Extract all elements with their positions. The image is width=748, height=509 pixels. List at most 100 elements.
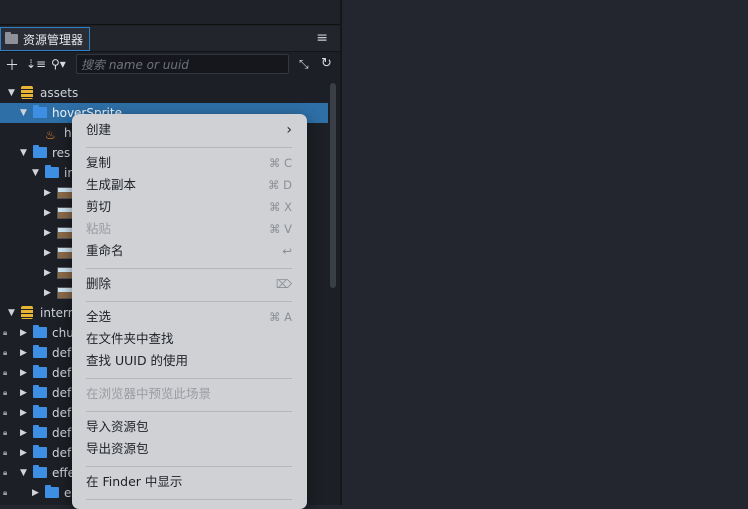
menu-item-label: 重命名 bbox=[86, 243, 124, 258]
folder-icon bbox=[33, 105, 47, 118]
tree-row-label: intern bbox=[40, 306, 76, 320]
tree-scrollbar[interactable] bbox=[330, 83, 336, 288]
refresh-icon[interactable]: ↻ bbox=[321, 56, 332, 71]
menu-item[interactable]: 剪切 ⌘ X bbox=[86, 197, 292, 217]
database-icon bbox=[21, 306, 33, 319]
menu-item[interactable]: 导出资源包 bbox=[86, 439, 292, 459]
menu-item-shortcut: ↩ bbox=[282, 244, 292, 258]
lock-icon: 🔒︎ bbox=[3, 328, 8, 337]
collapse-arrow-icon[interactable]: ▶ bbox=[20, 383, 27, 403]
folder-icon bbox=[33, 365, 47, 378]
menu-item-shortcut: ⌘ D bbox=[267, 178, 292, 192]
panel-header: 资源管理器 ≡ bbox=[0, 26, 340, 52]
menu-item-shortcut: ⌘ A bbox=[268, 310, 292, 324]
collapse-arrow-icon[interactable]: ▶ bbox=[20, 403, 27, 423]
menu-item[interactable]: 删除 ⌦ bbox=[86, 274, 292, 294]
sort-icon[interactable]: ⇣≡ bbox=[26, 57, 46, 71]
menu-item: 在浏览器中预览此场景 bbox=[86, 384, 292, 404]
lock-icon: 🔒︎ bbox=[3, 388, 8, 397]
menu-item-label: 在浏览器中预览此场景 bbox=[86, 386, 212, 401]
menu-item-shortcut: ⌦ bbox=[275, 277, 292, 291]
menu-item[interactable]: 生成副本 ⌘ D bbox=[86, 175, 292, 195]
menu-item-shortcut: ⌘ V bbox=[268, 222, 292, 236]
collapse-arrow-icon[interactable]: ▶ bbox=[44, 223, 51, 243]
image-thumb-icon bbox=[57, 267, 73, 279]
folder-icon bbox=[33, 385, 47, 398]
scene-view[interactable] bbox=[342, 0, 748, 505]
collapse-arrow-icon[interactable]: ▶ bbox=[20, 343, 27, 363]
folder-icon bbox=[5, 32, 18, 44]
expand-arrow-icon[interactable]: ▼ bbox=[20, 103, 27, 123]
menu-item-label: 在 Finder 中显示 bbox=[86, 474, 183, 489]
folder-icon bbox=[33, 145, 47, 158]
folder-icon bbox=[33, 405, 47, 418]
expand-arrow-icon[interactable]: ▼ bbox=[8, 303, 15, 323]
collapse-arrow-icon[interactable]: ▶ bbox=[44, 203, 51, 223]
menu-item-label: 剪切 bbox=[86, 199, 112, 214]
lock-icon: 🔒︎ bbox=[3, 428, 8, 437]
menu-item-label: 粘贴 bbox=[86, 221, 112, 236]
menu-separator bbox=[86, 147, 292, 148]
tree-row[interactable]: ▼ assets bbox=[0, 83, 328, 103]
hamburger-icon[interactable]: ≡ bbox=[316, 30, 328, 46]
menu-item[interactable]: 导入资源包 bbox=[86, 417, 292, 437]
menu-separator bbox=[86, 411, 292, 412]
expand-arrow-icon[interactable]: ▼ bbox=[32, 163, 39, 183]
image-thumb-icon bbox=[57, 227, 73, 239]
folder-icon bbox=[45, 165, 59, 178]
tree-row-label: assets bbox=[40, 86, 79, 100]
folder-icon bbox=[33, 345, 47, 358]
lock-icon: 🔒︎ bbox=[3, 468, 8, 477]
menu-item-label: 查找 UUID 的使用 bbox=[86, 353, 189, 368]
expand-arrow-icon[interactable]: ▼ bbox=[20, 463, 27, 483]
menu-item[interactable]: 全选 ⌘ A bbox=[86, 307, 292, 327]
collapse-arrow-icon[interactable]: ▶ bbox=[20, 323, 27, 343]
context-menu: 创建 › 复制 ⌘ C 生成副本 ⌘ D 剪切 ⌘ X 粘贴 ⌘ V 重命名 ↩ 删除 ⌦ 全选 ⌘ A 在文件… bbox=[72, 114, 307, 509]
expand-arrow-icon[interactable]: ▼ bbox=[20, 143, 27, 163]
menu-separator bbox=[86, 268, 292, 269]
menu-separator bbox=[86, 301, 292, 302]
folder-icon bbox=[33, 425, 47, 438]
collapse-arrow-icon[interactable]: ▶ bbox=[44, 263, 51, 283]
tab-assets[interactable]: 资源管理器 bbox=[0, 27, 91, 51]
collapse-arrow-icon[interactable]: ▶ bbox=[20, 423, 27, 443]
menu-item[interactable]: 在文件夹中查找 bbox=[86, 329, 292, 349]
fire-icon: ♨ bbox=[45, 128, 56, 142]
image-thumb-icon bbox=[57, 247, 73, 259]
menu-separator bbox=[86, 378, 292, 379]
menu-item-label: 全选 bbox=[86, 309, 112, 324]
menu-item-shortcut: ⌘ C bbox=[268, 156, 292, 170]
add-icon[interactable]: ＋ bbox=[5, 55, 19, 75]
image-thumb-icon bbox=[57, 287, 73, 299]
lock-icon: 🔒︎ bbox=[3, 408, 8, 417]
menu-item[interactable]: 创建 › bbox=[86, 120, 292, 140]
collapse-arrow-icon[interactable]: ▶ bbox=[44, 283, 51, 303]
expand-arrow-icon[interactable]: ▼ bbox=[8, 83, 15, 103]
folder-icon bbox=[33, 325, 47, 338]
top-strip bbox=[0, 0, 340, 25]
menu-item-label: 导出资源包 bbox=[86, 441, 149, 456]
menu-item[interactable]: 在 Finder 中显示 bbox=[86, 472, 292, 492]
tab-title: 资源管理器 bbox=[23, 32, 84, 47]
collapse-arrow-icon[interactable]: ▶ bbox=[20, 363, 27, 383]
folder-icon bbox=[33, 465, 47, 478]
search-input[interactable]: 搜索 name or uuid bbox=[76, 54, 289, 74]
menu-separator bbox=[86, 499, 292, 500]
image-thumb-icon bbox=[57, 187, 73, 199]
collapse-arrow-icon[interactable]: ▶ bbox=[44, 183, 51, 203]
menu-item-shortcut: ⌘ X bbox=[268, 200, 292, 214]
menu-separator bbox=[86, 466, 292, 467]
menu-item[interactable]: 复制 ⌘ C bbox=[86, 153, 292, 173]
collapse-arrow-icon[interactable]: ▶ bbox=[44, 243, 51, 263]
lock-icon: 🔒︎ bbox=[3, 368, 8, 377]
collapse-arrow-icon[interactable]: ▶ bbox=[32, 483, 39, 503]
lock-icon: 🔒︎ bbox=[3, 448, 8, 457]
lock-icon: 🔒︎ bbox=[3, 488, 8, 497]
menu-item-label: 导入资源包 bbox=[86, 419, 149, 434]
menu-item[interactable]: 查找 UUID 的使用 bbox=[86, 351, 292, 371]
collapse-icon[interactable]: ⤡ bbox=[299, 57, 309, 72]
search-filter-icon[interactable]: ⚲▾ bbox=[51, 57, 66, 71]
menu-item[interactable]: 重命名 ↩ bbox=[86, 241, 292, 261]
collapse-arrow-icon[interactable]: ▶ bbox=[20, 443, 27, 463]
menu-item-label: 删除 bbox=[86, 276, 112, 291]
